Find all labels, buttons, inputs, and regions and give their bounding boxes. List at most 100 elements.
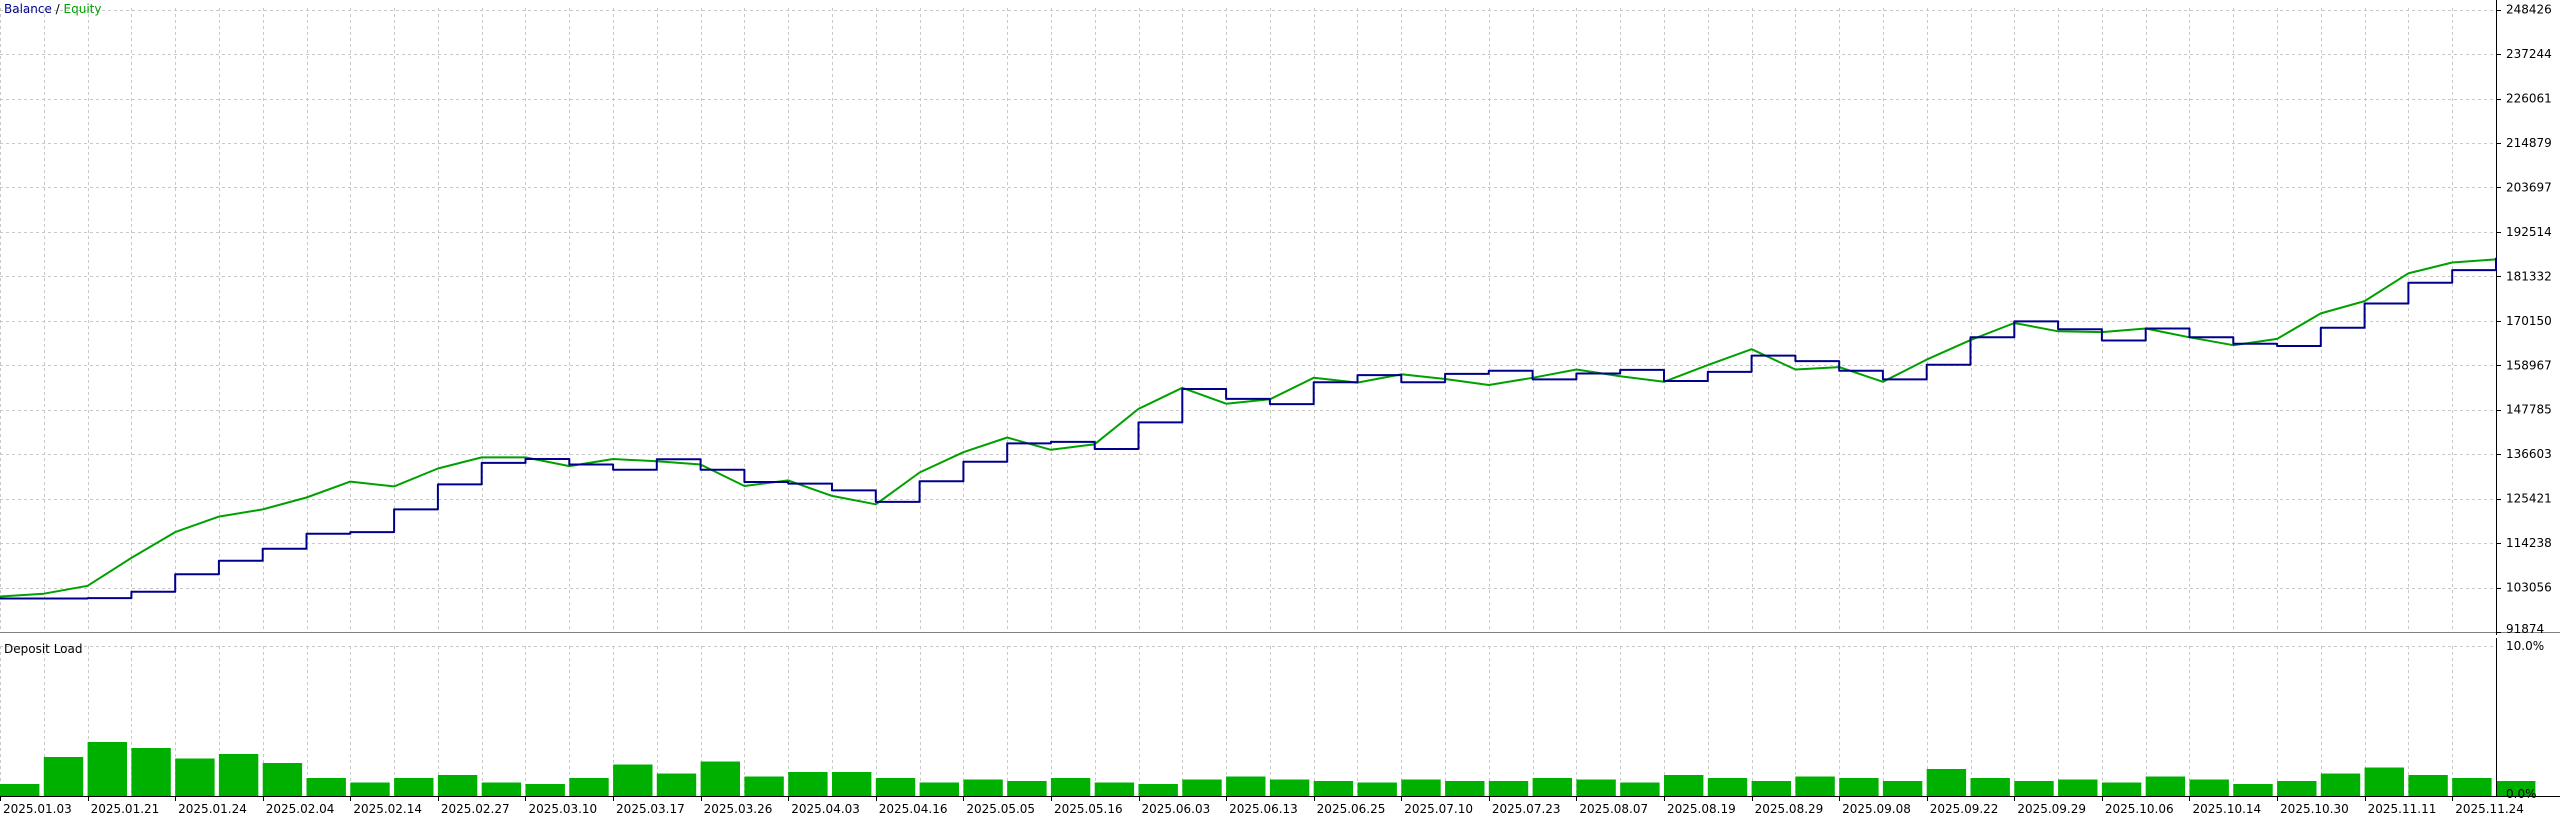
legend-equity: Equity — [63, 2, 102, 16]
deposit-load-axis: 10.0% 0.0% — [2506, 639, 2544, 801]
deposit-load-bar-56 — [2452, 778, 2492, 796]
time-tick-label-13: 2025.06.03 — [1142, 802, 1211, 816]
deposit-load-bar-1 — [43, 757, 84, 796]
deposit-load-bar-33 — [1445, 781, 1485, 796]
time-tick-label-3: 2025.02.04 — [266, 802, 335, 816]
main-chart-frame — [0, 0, 2560, 635]
time-tick-label-5: 2025.02.27 — [441, 802, 510, 816]
deposit-load-bar-47 — [2058, 779, 2098, 796]
deposit-load-bar-45 — [1970, 778, 2010, 796]
price-tick-label-14: 248426 — [2506, 3, 2552, 17]
main-chart-grid — [0, 8, 2496, 633]
deposit-load-bar-41 — [1795, 776, 1835, 796]
deposit-load-bar-40 — [1751, 781, 1791, 796]
deposit-load-bar-24 — [1050, 778, 1091, 796]
deposit-load-bar-32 — [1401, 779, 1441, 796]
deposit-load-bar-39 — [1707, 778, 1748, 796]
deposit-load-bar-54 — [2364, 767, 2404, 796]
time-tick-label-1: 2025.01.21 — [91, 802, 160, 816]
deposit-load-bar-10 — [437, 775, 478, 796]
deposit-load-bar-30 — [1313, 781, 1354, 796]
time-axis: 2025.01.03 2025.01.21 2025.01.24 2025.02.04… — [0, 796, 2524, 816]
price-tick-label-2: 114238 — [2506, 536, 2552, 550]
deposit-load-bar-26 — [1138, 784, 1178, 796]
deposit-load-bar-53 — [2320, 773, 2361, 796]
deposit-load-bar-19 — [832, 772, 872, 796]
legend-separator: / — [51, 2, 64, 16]
deposit-load-bar-14 — [613, 764, 653, 796]
time-tick-label-18: 2025.08.07 — [1579, 802, 1648, 816]
deposit-load-bar-28 — [1226, 776, 1266, 796]
deposit-load-chart: 10.0% 0.0% 2025.01.03 2025.01.21 2025.01.24… — [0, 638, 2560, 816]
deposit-load-bar-48 — [2101, 782, 2142, 796]
deposit-load-bar-29 — [1269, 779, 1310, 796]
deposit-load-bar-17 — [744, 776, 784, 796]
deposit-load-bar-7 — [306, 778, 346, 796]
deposit-load-bar-25 — [1094, 782, 1135, 796]
deposit-load-bar-52 — [2277, 781, 2317, 796]
time-tick-label-2: 2025.01.24 — [178, 802, 247, 816]
equity-line — [0, 258, 2497, 598]
price-tick-label-10: 203697 — [2506, 180, 2552, 194]
price-tick-label-6: 158967 — [2506, 358, 2552, 372]
time-tick-label-26: 2025.10.30 — [2280, 802, 2349, 816]
time-tick-label-16: 2025.07.10 — [1404, 802, 1473, 816]
time-tick-label-28: 2025.11.24 — [2455, 802, 2524, 816]
time-tick-label-17: 2025.07.23 — [1492, 802, 1561, 816]
deposit-load-bar-34 — [1488, 781, 1529, 796]
time-tick-label-19: 2025.08.19 — [1667, 802, 1736, 816]
deposit-load-bar-8 — [350, 782, 390, 796]
price-axis: 91874 103056 114238 125421 136603 147785 15896… — [2496, 3, 2552, 635]
time-tick-label-10: 2025.04.16 — [879, 802, 948, 816]
deposit-load-bar-5 — [218, 754, 259, 796]
legend-balance: Balance — [4, 2, 52, 16]
deposit-load-bar-9 — [394, 778, 434, 796]
time-tick-label-8: 2025.03.26 — [704, 802, 773, 816]
deposit-load-bar-31 — [1357, 782, 1397, 796]
price-tick-label-7: 170150 — [2506, 314, 2552, 328]
deposit-load-bar-43 — [1882, 781, 1923, 796]
time-tick-label-0: 2025.01.03 — [3, 802, 72, 816]
time-tick-label-12: 2025.05.16 — [1054, 802, 1123, 816]
deposit-load-bar-27 — [1182, 779, 1222, 796]
balance-equity-chart: 91874 103056 114238 125421 136603 147785 15896… — [0, 0, 2560, 635]
balance-line — [0, 257, 2497, 600]
deposit-load-bar-50 — [2189, 779, 2229, 796]
time-tick-label-11: 2025.05.05 — [966, 802, 1035, 816]
time-tick-label-9: 2025.04.03 — [791, 802, 860, 816]
deposit-load-bars — [0, 742, 2536, 796]
deposit-load-bar-16 — [700, 761, 740, 796]
deposit-load-bar-18 — [788, 772, 828, 796]
deposit-load-bar-12 — [525, 784, 565, 796]
price-tick-label-0: 91874 — [2506, 622, 2544, 635]
deposit-load-bar-23 — [1007, 781, 1047, 796]
time-tick-label-23: 2025.09.29 — [2017, 802, 2086, 816]
time-tick-label-21: 2025.09.08 — [1842, 802, 1911, 816]
time-tick-label-7: 2025.03.17 — [616, 802, 685, 816]
price-tick-label-9: 192514 — [2506, 225, 2552, 239]
deposit-load-bar-4 — [175, 758, 215, 796]
deposit-load-bar-37 — [1620, 782, 1660, 796]
load-tick-label-bottom: 0.0% — [2506, 787, 2537, 801]
deposit-load-bar-44 — [1926, 769, 1967, 796]
deposit-load-bar-20 — [875, 778, 916, 796]
chart-series — [0, 257, 2497, 600]
deposit-load-bar-15 — [656, 773, 697, 796]
price-tick-label-3: 125421 — [2506, 492, 2552, 506]
time-tick-label-14: 2025.06.13 — [1229, 802, 1298, 816]
chart-legend: Balance / Equity — [4, 2, 101, 16]
time-tick-label-22: 2025.09.22 — [1930, 802, 1999, 816]
time-tick-label-6: 2025.03.10 — [528, 802, 597, 816]
price-tick-label-5: 147785 — [2506, 403, 2552, 417]
deposit-load-frame — [0, 638, 2560, 797]
deposit-load-bar-13 — [569, 778, 609, 796]
deposit-load-grid — [0, 646, 2496, 796]
price-tick-label-8: 181332 — [2506, 269, 2552, 283]
deposit-load-bar-21 — [919, 782, 959, 796]
deposit-load-title: Deposit Load — [4, 642, 83, 656]
time-tick-label-15: 2025.06.25 — [1317, 802, 1386, 816]
price-tick-label-11: 214879 — [2506, 136, 2552, 150]
deposit-load-bar-49 — [2145, 776, 2186, 796]
load-tick-label-top: 10.0% — [2506, 639, 2544, 653]
deposit-load-bar-11 — [481, 782, 522, 796]
